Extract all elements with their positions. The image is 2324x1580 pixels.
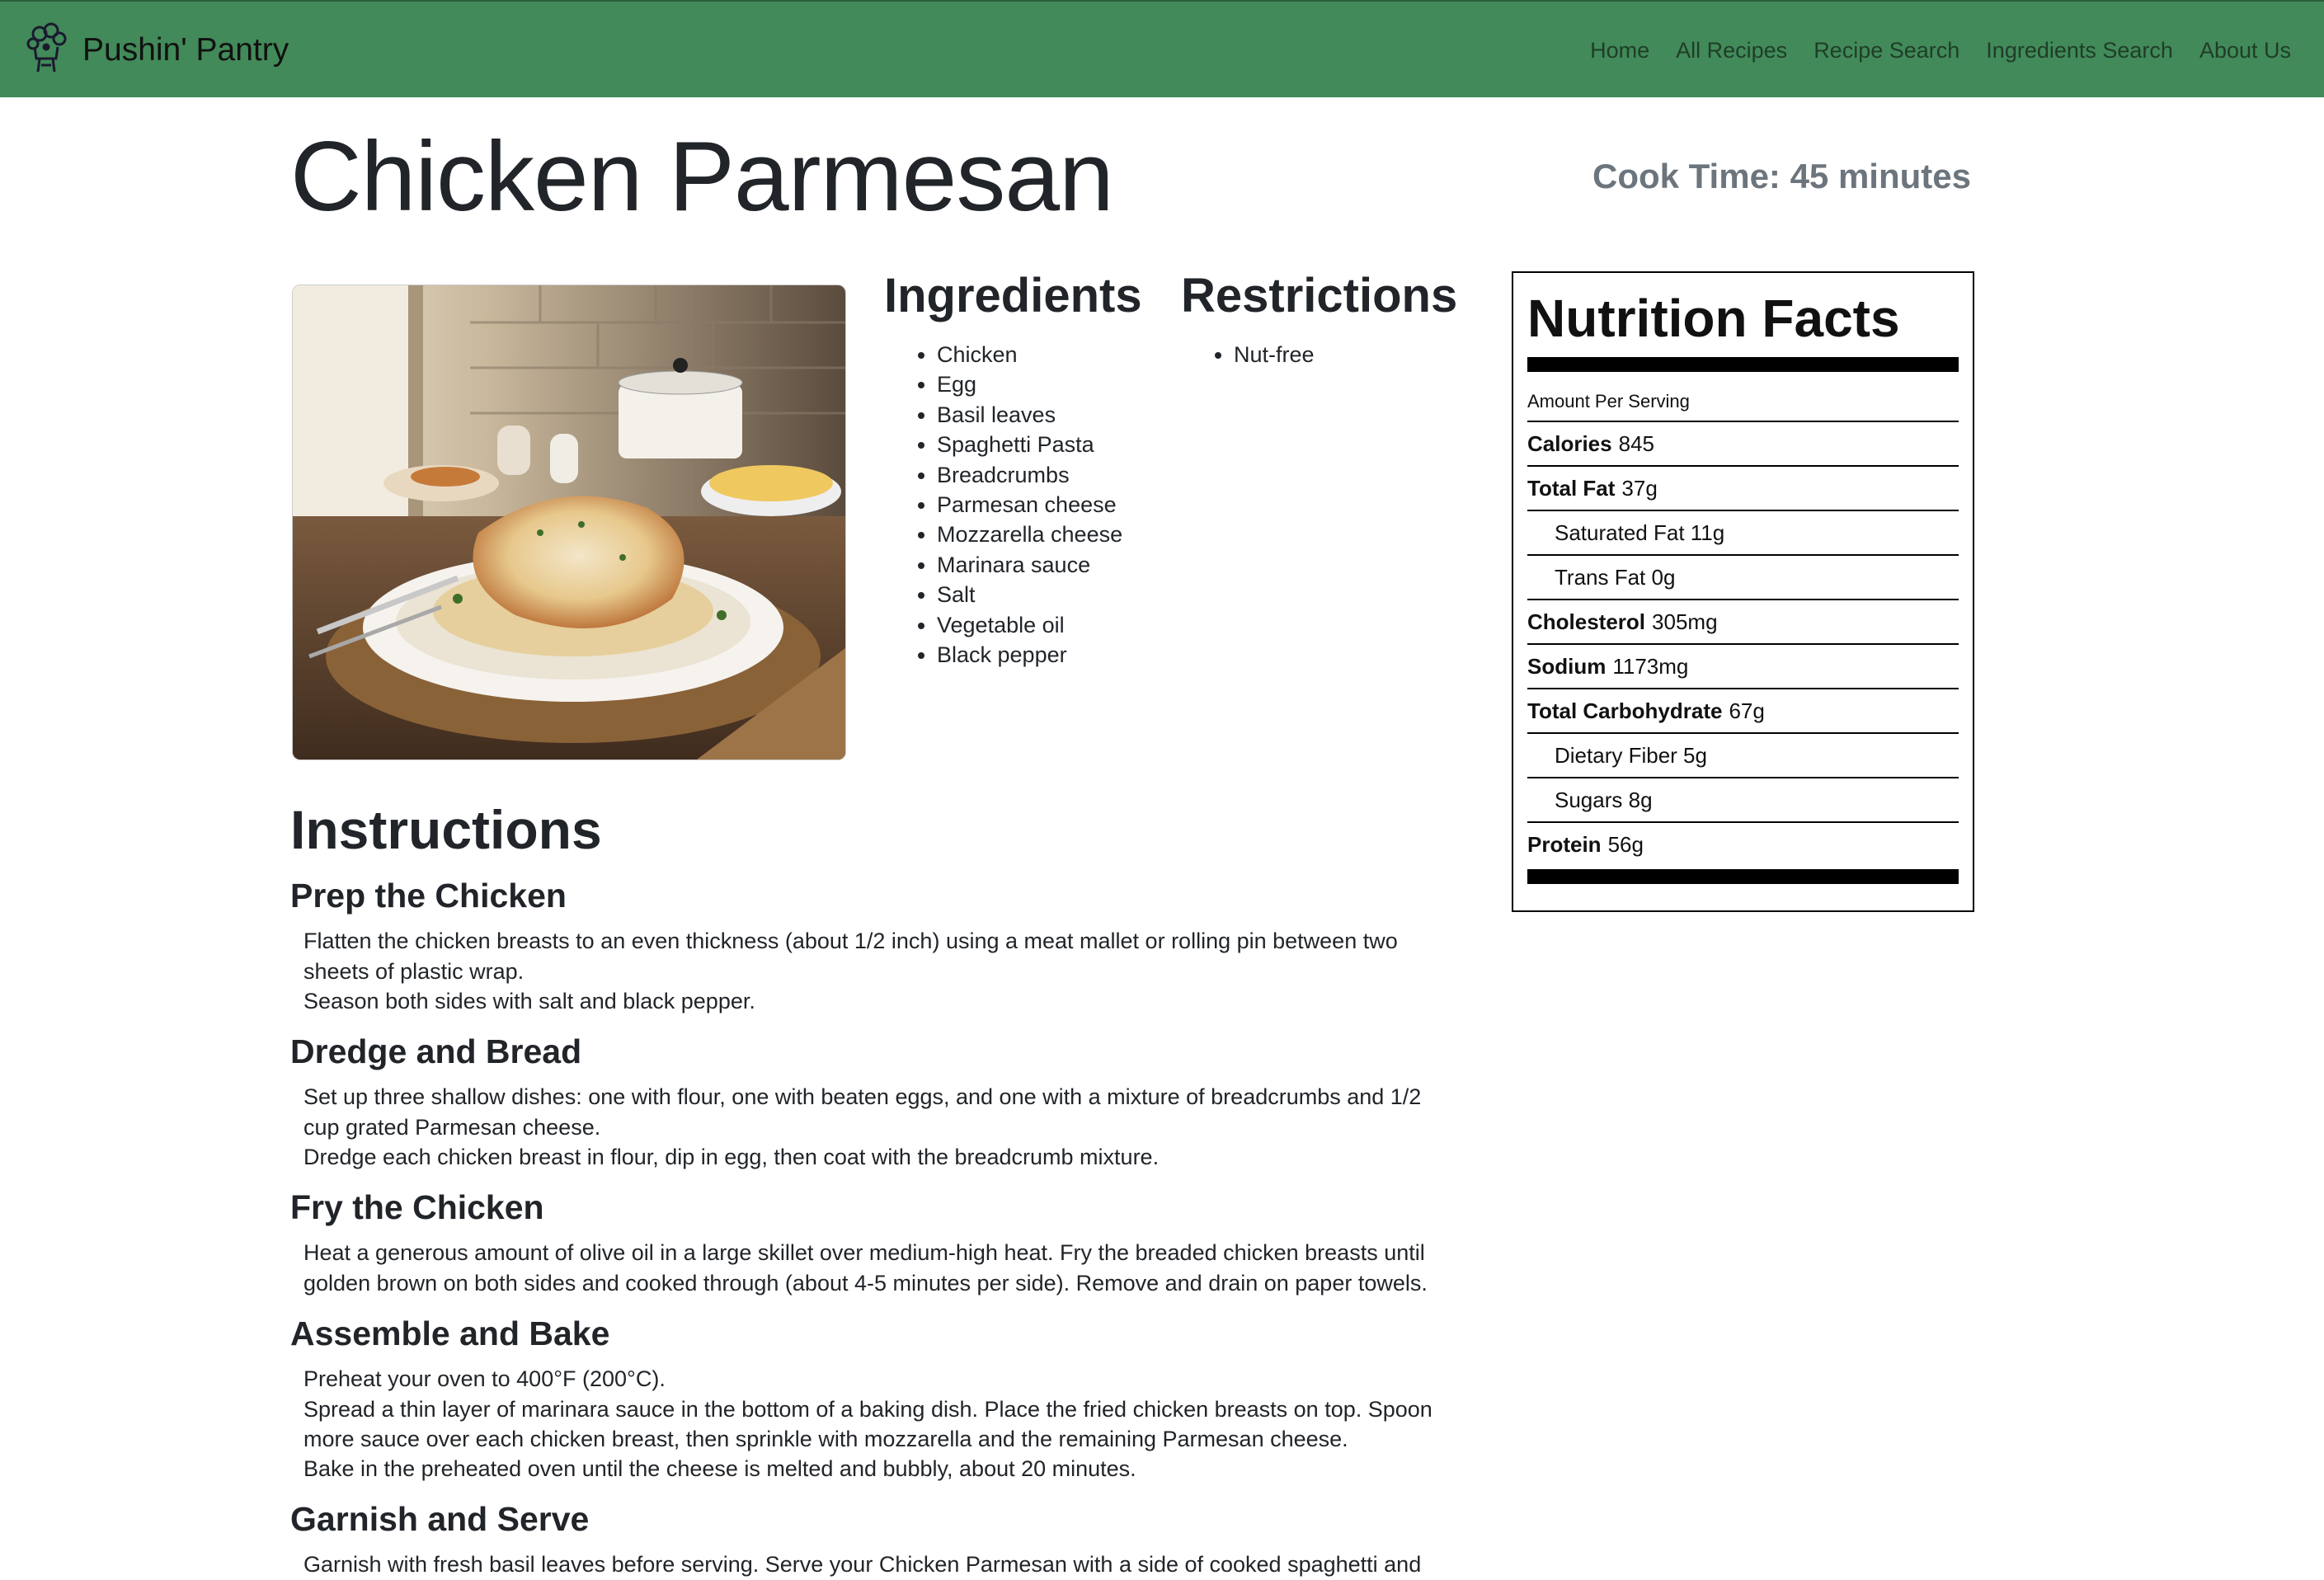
list-item: Nut-free — [1234, 340, 1315, 369]
step-title: Assemble and Bake — [290, 1314, 610, 1352]
nutrient-label: Total Carbohydrate — [1527, 698, 1723, 723]
nav-links: Home All Recipes Recipe Search Ingredien… — [1564, 2, 2291, 99]
nutrient-value: 37g — [1621, 475, 1658, 501]
chef-logo-icon — [23, 22, 69, 79]
list-item: Vegetable oil — [937, 610, 1122, 640]
step-line: Heat a generous amount of olive oil in a… — [303, 1240, 1428, 1296]
list-item: Parmesan cheese — [937, 490, 1122, 520]
nav-all-recipes[interactable]: All Recipes — [1676, 38, 1787, 63]
brand-name: Pushin' Pantry — [82, 32, 289, 68]
nutrient-label: Sodium — [1527, 653, 1607, 679]
instruction-step: Fry the Chicken Heat a generous amount o… — [290, 1187, 1445, 1298]
nav-recipe-search[interactable]: Recipe Search — [1814, 38, 1959, 63]
nav-about-us[interactable]: About Us — [2199, 38, 2291, 63]
restrictions-list: Nut-free — [1181, 340, 1315, 369]
nutrition-facts-panel: Nutrition Facts Amount Per Serving Calor… — [1512, 271, 1974, 912]
instruction-step: Dredge and Bread Set up three shallow di… — [290, 1032, 1445, 1172]
divider — [1527, 357, 1959, 373]
nutrient-label: Dietary Fiber 5g — [1555, 742, 1707, 768]
brand-link[interactable]: Pushin' Pantry — [23, 22, 289, 79]
nutrition-title: Nutrition Facts — [1527, 289, 1900, 348]
nutrient-label: Protein — [1527, 831, 1602, 857]
nutrient-value: 67g — [1729, 698, 1765, 723]
nutrition-row-saturated-fat: Saturated Fat 11g — [1527, 511, 1959, 557]
instruction-step: Garnish and Serve Garnish with fresh bas… — [290, 1499, 1445, 1580]
nutrition-row-cholesterol: Cholesterol 305mg — [1527, 600, 1959, 646]
nutrient-value: 56g — [1607, 831, 1644, 857]
step-line: Garnish with fresh basil leaves before s… — [303, 1552, 1422, 1578]
recipe-title: Chicken Parmesan — [290, 121, 1114, 232]
step-line: Dredge each chicken breast in flour, dip… — [303, 1145, 1160, 1169]
cook-time: Cook Time: 45 minutes — [1592, 157, 1971, 195]
list-item: Basil leaves — [937, 400, 1122, 430]
list-item: Chicken — [937, 340, 1122, 369]
list-item: Mozzarella cheese — [937, 520, 1122, 549]
instruction-step: Prep the Chicken Flatten the chicken bre… — [290, 876, 1445, 1016]
list-item: Marinara sauce — [937, 550, 1122, 580]
list-item: Breadcrumbs — [937, 460, 1122, 490]
list-item: Egg — [937, 369, 1122, 399]
step-line: Spread a thin layer of marinara sauce in… — [303, 1396, 1433, 1451]
step-title: Prep the Chicken — [290, 877, 567, 915]
divider — [1527, 869, 1959, 885]
nutrition-row-protein: Protein 56g — [1527, 823, 1959, 866]
nutrient-label: Total Fat — [1527, 475, 1616, 501]
step-line: Season both sides with salt and black pe… — [303, 989, 755, 1013]
list-item: Black pepper — [937, 640, 1122, 670]
step-line: Bake in the preheated oven until the che… — [303, 1456, 1136, 1482]
nutrient-value: 305mg — [1652, 609, 1718, 634]
step-line: Flatten the chicken breasts to an even t… — [303, 929, 1398, 984]
nutrition-row-trans-fat: Trans Fat 0g — [1527, 556, 1959, 601]
step-line: Preheat your oven to 400°F (200°C). — [303, 1366, 666, 1392]
nutrient-label: Trans Fat 0g — [1555, 564, 1676, 590]
nutrition-row-dietary-fiber: Dietary Fiber 5g — [1527, 734, 1959, 779]
nutrient-label: Cholesterol — [1527, 609, 1646, 634]
nutrition-row-total-fat: Total Fat 37g — [1527, 467, 1959, 512]
nutrition-row-sugars: Sugars 8g — [1527, 778, 1959, 824]
step-line: Set up three shallow dishes: one with fl… — [303, 1084, 1422, 1140]
step-title: Dredge and Bread — [290, 1032, 582, 1070]
nav-ingredients-search[interactable]: Ingredients Search — [1986, 38, 2173, 63]
nutrient-value: 1173mg — [1612, 653, 1689, 679]
ingredients-heading: Ingredients — [884, 269, 1142, 322]
nutrition-row-total-carbohydrate: Total Carbohydrate 67g — [1527, 689, 1959, 735]
recipe-image — [292, 284, 846, 760]
nutrient-label: Sugars 8g — [1555, 787, 1653, 812]
step-title: Garnish and Serve — [290, 1500, 590, 1538]
nutrition-row-sodium: Sodium 1173mg — [1527, 645, 1959, 690]
serving-label: Amount Per Serving — [1527, 372, 1959, 423]
nutrient-label: Calories — [1527, 430, 1612, 456]
nutrient-value: 845 — [1618, 430, 1654, 456]
list-item: Salt — [937, 580, 1122, 609]
nutrition-row-calories: Calories 845 — [1527, 422, 1959, 468]
instructions-heading: Instructions — [290, 799, 602, 860]
ingredients-list: Chicken Egg Basil leaves Spaghetti Pasta… — [884, 340, 1122, 670]
restrictions-heading: Restrictions — [1181, 269, 1458, 322]
nav-home[interactable]: Home — [1590, 38, 1649, 63]
nutrient-label: Saturated Fat 11g — [1555, 520, 1725, 545]
instruction-step: Assemble and Bake Preheat your oven to 4… — [290, 1314, 1445, 1484]
list-item: Spaghetti Pasta — [937, 430, 1122, 459]
top-navbar: Pushin' Pantry Home All Recipes Recipe S… — [0, 0, 2324, 97]
step-title: Fry the Chicken — [290, 1188, 544, 1226]
